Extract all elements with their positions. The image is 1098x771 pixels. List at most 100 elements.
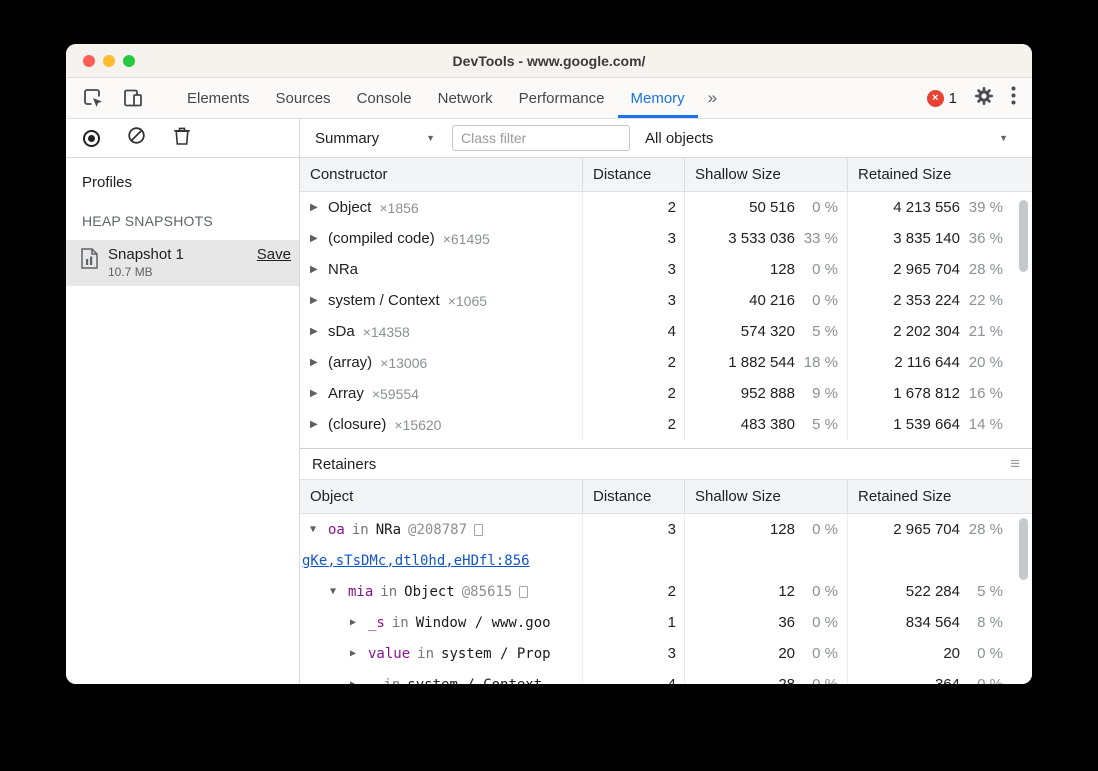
distance-value: 2 (583, 347, 685, 378)
header-shallow-size[interactable]: Shallow Size (685, 158, 848, 191)
class-filter-input[interactable] (452, 125, 630, 151)
triangle-right-icon[interactable]: ▶ (310, 357, 328, 368)
constructor-row[interactable]: ▶ sDa ×14358 4 574 320 5 % 2 202 304 21 % (300, 316, 1032, 347)
source-link[interactable]: gKe,sTsDMc,dtl0hd,eHDfl:856 (302, 553, 530, 569)
in-keyword: in (391, 614, 409, 631)
tab-elements[interactable]: Elements (174, 78, 263, 118)
shallow-size-value: 3 533 036 (728, 230, 795, 247)
snapshot-size: 10.7 MB (108, 265, 153, 279)
zoom-window-button[interactable] (123, 54, 135, 67)
retained-size-value: 2 116 644 (894, 354, 960, 371)
triangle-right-icon[interactable]: ▶ (350, 617, 368, 628)
close-window-button[interactable] (83, 54, 95, 67)
scrollbar-thumb[interactable] (1019, 200, 1028, 272)
retainer-row[interactable]: ▶_insystem / Context 4 280 % 3640 % (300, 669, 1032, 684)
constructor-row[interactable]: ▶ Object ×1856 2 50 516 0 % 4 213 556 39 % (300, 192, 1032, 223)
retainer-source-row[interactable]: gKe,sTsDMc,dtl0hd,eHDfl:856 (300, 545, 1032, 576)
constructor-row[interactable]: ▶ Array ×59554 2 952 888 9 % 1 678 812 16 % (300, 378, 1032, 409)
triangle-right-icon[interactable]: ▶ (350, 679, 368, 684)
triangle-right-icon[interactable]: ▶ (350, 648, 368, 659)
header-retained-size[interactable]: Retained Size (848, 480, 1032, 513)
shallow-size-pct: 9 % (812, 385, 838, 402)
retained-size-pct: 16 % (968, 385, 1003, 402)
record-heap-snapshot-button[interactable] (83, 129, 100, 147)
object-name: Window / www.goo (415, 614, 551, 631)
menu-icon[interactable]: ≡ (1010, 454, 1020, 474)
retainer-row[interactable]: ▼ mia in Object @85615 2 12 0 % 522 284 5 % (300, 576, 1032, 607)
triangle-right-icon[interactable]: ▶ (310, 326, 328, 337)
constructor-row[interactable]: ▶ (compiled code) ×61495 3 3 533 036 33 % 3… (300, 223, 1032, 254)
retainer-row[interactable]: ▶ value in system / Prop 3 20 0 % 20 0 % (300, 638, 1032, 669)
inspect-element-icon[interactable] (82, 87, 104, 109)
shallow-size-value: 952 888 (740, 385, 795, 402)
constructor-row[interactable]: ▶ (array) ×13006 2 1 882 544 18 % 2 116 644… (300, 347, 1032, 378)
snapshot-item[interactable]: Snapshot 1 10.7 MB Save (66, 240, 299, 286)
settings-gear-icon[interactable] (974, 86, 994, 111)
title-bar: DevTools - www.google.com/ (66, 44, 1032, 78)
retained-size-value: 2 965 704 (893, 261, 960, 278)
reveal-icon[interactable] (519, 585, 529, 598)
kebab-menu-icon[interactable] (1011, 86, 1016, 110)
triangle-right-icon[interactable]: ▶ (310, 264, 328, 275)
minimize-window-button[interactable] (103, 54, 115, 67)
triangle-right-icon[interactable]: ▶ (310, 202, 328, 213)
header-retained-size[interactable]: Retained Size (848, 158, 1032, 191)
in-keyword: in (351, 521, 369, 538)
retainers-title: Retainers (312, 455, 377, 473)
retainer-row[interactable]: ▼ oa in NRa @208787 3 128 0 % 2 965 704 28 % (300, 514, 1032, 545)
distance-value: 2 (583, 192, 685, 223)
device-toolbar-icon[interactable] (122, 87, 144, 109)
shallow-size-pct: 0 % (812, 261, 838, 278)
constructor-row[interactable]: ▶ (closure) ×15620 2 483 380 5 % 1 539 664 1… (300, 409, 1032, 440)
error-badge[interactable]: × 1 (926, 89, 957, 107)
instance-count: ×59554 (371, 385, 419, 402)
triangle-right-icon[interactable]: ▶ (310, 419, 328, 430)
retained-size-value: 834 564 (905, 614, 960, 631)
header-object[interactable]: Object (300, 480, 583, 513)
tab-performance[interactable]: Performance (506, 78, 618, 118)
save-snapshot-link[interactable]: Save (257, 246, 291, 263)
retained-size-value: 20 (943, 645, 960, 662)
triangle-down-icon[interactable]: ▼ (330, 586, 348, 597)
more-tabs-icon[interactable]: » (698, 78, 727, 118)
header-constructor[interactable]: Constructor (300, 158, 583, 191)
constructor-name: (compiled code) (328, 230, 435, 247)
triangle-down-icon[interactable]: ▼ (310, 524, 328, 535)
profiles-sidebar: Profiles HEAP SNAPSHOTS Snapshot 1 10.7 … (66, 158, 300, 684)
instance-count: ×1856 (379, 199, 419, 216)
object-set-select[interactable]: All objects (645, 130, 713, 147)
header-shallow-size[interactable]: Shallow Size (685, 480, 848, 513)
triangle-right-icon[interactable]: ▶ (310, 388, 328, 399)
header-distance[interactable]: Distance (583, 480, 685, 513)
object-name: system / Context (407, 677, 542, 685)
retainer-row[interactable]: ▶ _s in Window / www.goo 1 36 0 % 834 564 8 % (300, 607, 1032, 638)
shallow-size-pct: 0 % (795, 676, 847, 684)
triangle-right-icon[interactable]: ▶ (310, 233, 328, 244)
scrollbar-thumb[interactable] (1019, 518, 1028, 580)
instance-count: ×61495 (442, 230, 490, 247)
constructor-row[interactable]: ▶ NRa 3 128 0 % 2 965 704 28 % (300, 254, 1032, 285)
shallow-size-pct: 5 % (812, 416, 838, 433)
shallow-size-value: 40 216 (749, 292, 795, 309)
delete-trash-icon[interactable] (173, 126, 191, 151)
shallow-size-value: 128 (769, 261, 795, 278)
reveal-icon[interactable] (474, 523, 484, 536)
constructor-row[interactable]: ▶ system / Context ×1065 3 40 216 0 % 2 353… (300, 285, 1032, 316)
tab-memory[interactable]: Memory (618, 78, 698, 118)
tab-console[interactable]: Console (344, 78, 425, 118)
retainers-section-header: Retainers ≡ (300, 448, 1032, 480)
perspective-select[interactable]: Summary ▼ (315, 130, 435, 147)
retainers-table-header: Object Distance Shallow Size Retained Si… (300, 480, 1032, 514)
retained-size-pct: 36 % (968, 230, 1003, 247)
chevron-down-icon[interactable]: ▼ (999, 133, 1008, 143)
tab-sources[interactable]: Sources (263, 78, 344, 118)
triangle-right-icon[interactable]: ▶ (310, 295, 328, 306)
tab-network[interactable]: Network (425, 78, 506, 118)
instance-count: ×1065 (447, 292, 488, 309)
constructor-name: sDa (328, 323, 355, 340)
object-name: NRa (375, 521, 402, 538)
header-distance[interactable]: Distance (583, 158, 685, 191)
property-name: value (368, 645, 411, 662)
retained-size-pct: 39 % (968, 199, 1003, 216)
clear-profiles-icon[interactable] (127, 126, 146, 150)
